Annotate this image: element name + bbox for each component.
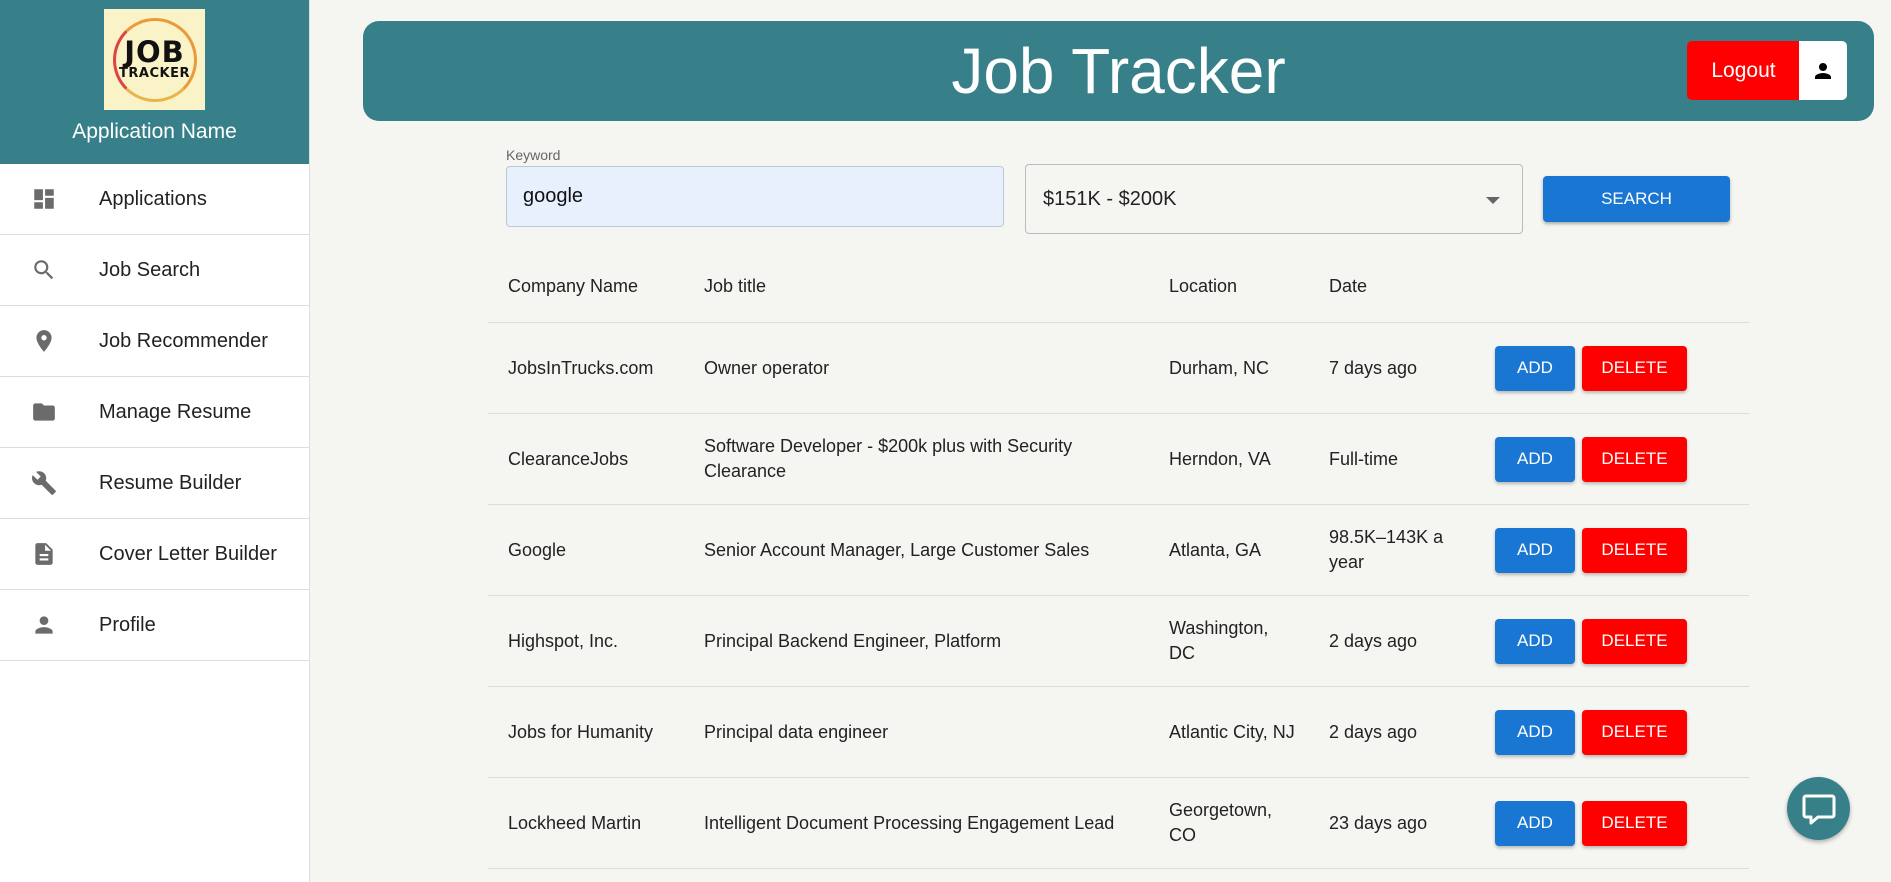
add-button[interactable]: ADD (1495, 709, 1575, 755)
add-button[interactable]: ADD (1495, 436, 1575, 482)
location-cell: Atlanta, GA (1169, 539, 1262, 560)
sidebar-item-label: Manage Resume (99, 400, 252, 423)
table-row: Jobs for Humanity Principal data enginee… (488, 687, 1749, 778)
chat-button[interactable] (1787, 777, 1850, 840)
delete-button[interactable]: DELETE (1582, 436, 1687, 482)
person-icon (31, 612, 57, 638)
logout-button[interactable]: Logout (1687, 41, 1800, 100)
date-cell: 2 days ago (1329, 721, 1418, 742)
table-row: ClearanceJobs Software Developer - $200k… (488, 414, 1749, 505)
column-header-job-title: Job title (704, 275, 767, 296)
date-cell: 2 days ago (1329, 630, 1418, 651)
app-logo: JOB TRACKER (104, 9, 205, 110)
company-cell: Jobs for Humanity (508, 721, 654, 742)
sidebar-item-manage-resume[interactable]: Manage Resume (0, 377, 309, 448)
location-cell: Georgetown, CO (1169, 800, 1273, 845)
company-cell: Highspot, Inc. (508, 630, 619, 651)
search-button[interactable]: SEARCH (1543, 176, 1730, 222)
sidebar-item-label: Job Recommender (99, 329, 268, 352)
date-cell: 98.5K–143K a year (1329, 527, 1444, 572)
delete-button[interactable]: DELETE (1582, 618, 1687, 664)
delete-button[interactable]: DELETE (1582, 527, 1687, 573)
sidebar-item-label: Resume Builder (99, 471, 242, 494)
column-header-company: Company Name (508, 275, 639, 296)
search-icon (31, 257, 57, 283)
table-header: Company Name Job title Location Date (488, 250, 1749, 323)
sidebar: JOB TRACKER Application Name Application… (0, 0, 310, 882)
table-row: Highspot, Inc. Principal Backend Enginee… (488, 596, 1749, 687)
company-cell: Google (508, 539, 567, 560)
dropdown-arrow-icon (1486, 197, 1500, 204)
table-row: JobsInTrucks.com Owner operator Durham, … (488, 323, 1749, 414)
app-name: Application Name (72, 120, 237, 143)
job-title-cell: Principal data engineer (704, 721, 889, 742)
sidebar-item-label: Profile (99, 613, 156, 636)
date-cell: 7 days ago (1329, 357, 1418, 378)
delete-button[interactable]: DELETE (1582, 709, 1687, 755)
table-row: Google Senior Account Manager, Large Cus… (488, 505, 1749, 596)
date-cell: Full-time (1329, 448, 1399, 469)
sidebar-item-label: Applications (99, 187, 207, 210)
page-header: Job Tracker Logout (363, 21, 1874, 121)
location-pin-icon (31, 328, 57, 354)
column-header-date: Date (1329, 275, 1368, 296)
logo-text-line2: TRACKER (119, 66, 190, 81)
table-row: Lockheed Martin Intelligent Document Pro… (488, 778, 1749, 869)
salary-range-select[interactable]: $151K - $200K (1025, 164, 1523, 234)
sidebar-item-job-search[interactable]: Job Search (0, 235, 309, 306)
document-icon (31, 541, 57, 567)
page-title: Job Tracker (951, 35, 1286, 107)
sidebar-item-label: Job Search (99, 258, 201, 281)
keyword-input[interactable] (506, 166, 1004, 227)
job-title-cell: Owner operator (704, 357, 830, 378)
sidebar-item-resume-builder[interactable]: Resume Builder (0, 448, 309, 519)
salary-range-selected: $151K - $200K (1043, 187, 1177, 210)
keyword-label: Keyword (506, 147, 561, 163)
job-title-cell: Senior Account Manager, Large Customer S… (704, 539, 1090, 560)
company-cell: Lockheed Martin (508, 812, 642, 833)
wrench-icon (31, 470, 57, 496)
sidebar-item-cover-letter-builder[interactable]: Cover Letter Builder (0, 519, 309, 590)
add-button[interactable]: ADD (1495, 345, 1575, 391)
sidebar-item-label: Cover Letter Builder (99, 542, 277, 565)
job-title-cell: Intelligent Document Processing Engageme… (704, 812, 1115, 833)
location-cell: Herndon, VA (1169, 448, 1271, 469)
company-cell: JobsInTrucks.com (508, 357, 654, 378)
user-account-button[interactable] (1799, 41, 1847, 100)
sidebar-brand: JOB TRACKER Application Name (0, 0, 309, 164)
add-button[interactable]: ADD (1495, 527, 1575, 573)
delete-button[interactable]: DELETE (1582, 800, 1687, 846)
chat-bubble-icon (1802, 794, 1835, 824)
location-cell: Durham, NC (1169, 357, 1270, 378)
delete-button[interactable]: DELETE (1582, 345, 1687, 391)
column-header-location: Location (1169, 275, 1238, 296)
location-cell: Washington, DC (1169, 618, 1269, 663)
add-button[interactable]: ADD (1495, 618, 1575, 664)
add-button[interactable]: ADD (1495, 800, 1575, 846)
folder-icon (31, 399, 57, 425)
sidebar-item-applications[interactable]: Applications (0, 164, 309, 235)
sidebar-item-profile[interactable]: Profile (0, 590, 309, 661)
location-cell: Atlantic City, NJ (1169, 721, 1295, 742)
sidebar-item-job-recommender[interactable]: Job Recommender (0, 306, 309, 377)
job-title-cell: Software Developer - $200k plus with Sec… (704, 436, 1073, 481)
date-cell: 23 days ago (1329, 812, 1428, 833)
dashboard-icon (31, 186, 57, 212)
logo-text-line1: JOB (124, 35, 185, 69)
jobs-table: Company Name Job title Location Date Job… (488, 250, 1749, 869)
person-icon (1815, 62, 1831, 79)
company-cell: ClearanceJobs (508, 448, 629, 469)
job-title-cell: Principal Backend Engineer, Platform (704, 630, 1002, 651)
